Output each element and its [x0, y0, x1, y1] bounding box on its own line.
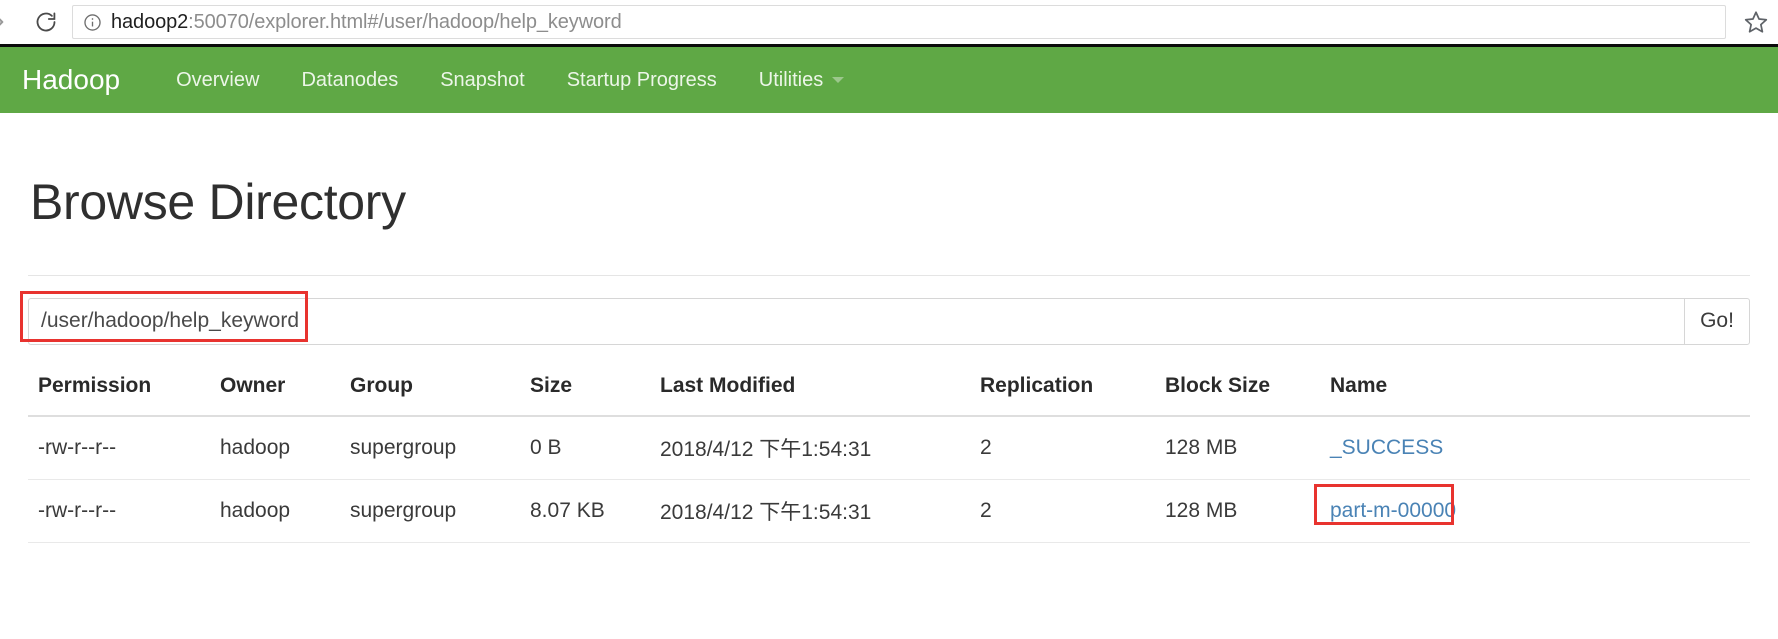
directory-listing-table: Permission Owner Group Size Last Modifie… — [28, 373, 1750, 543]
column-header-size[interactable]: Size — [520, 373, 650, 417]
cell-size: 0 B — [520, 415, 650, 480]
file-link-success[interactable]: _SUCCESS — [1330, 436, 1443, 459]
directory-path-input[interactable] — [28, 297, 1684, 345]
page-title: Browse Directory — [30, 174, 406, 230]
column-header-last-modified[interactable]: Last Modified — [650, 373, 970, 417]
cell-permission: -rw-r--r-- — [28, 415, 210, 480]
cell-permission: -rw-r--r-- — [28, 479, 210, 543]
table-header-row: Permission Owner Group Size Last Modifie… — [28, 373, 1750, 417]
column-header-replication[interactable]: Replication — [970, 373, 1155, 417]
column-header-name[interactable]: Name — [1320, 373, 1750, 417]
path-input-group: Go! — [20, 290, 1750, 345]
cell-block-size: 128 MB — [1155, 479, 1320, 543]
page-info-icon[interactable] — [83, 13, 102, 32]
bookmark-star-icon[interactable] — [1734, 9, 1778, 35]
cell-last-modified: 2018/4/12 下午1:54:31 — [650, 479, 970, 543]
cell-name: _SUCCESS — [1320, 415, 1750, 480]
cell-owner: hadoop — [210, 479, 340, 543]
column-header-group[interactable]: Group — [340, 373, 520, 417]
column-header-block-size[interactable]: Block Size — [1155, 373, 1320, 417]
nav-item-utilities[interactable]: Utilities — [758, 69, 845, 91]
nav-item-startup-progress[interactable]: Startup Progress — [567, 70, 717, 90]
nav-item-snapshot[interactable]: Snapshot — [440, 70, 525, 90]
browser-toolbar: hadoop2:50070/explorer.html#/user/hadoop… — [0, 0, 1778, 47]
brand-hadoop[interactable]: Hadoop — [22, 66, 120, 94]
forward-arrow-icon[interactable] — [0, 9, 26, 35]
column-header-permission[interactable]: Permission — [28, 373, 210, 417]
cell-name: part-m-00000 — [1314, 479, 1750, 543]
address-bar[interactable]: hadoop2:50070/explorer.html#/user/hadoop… — [72, 5, 1726, 39]
cell-size: 8.07 KB — [520, 479, 650, 543]
address-bar-url: hadoop2:50070/explorer.html#/user/hadoop… — [111, 11, 622, 34]
nav-item-utilities-label: Utilities — [758, 69, 824, 91]
page-content: Browse Directory Go! Permission Owner Gr… — [0, 176, 1778, 543]
file-link-part-m-00000[interactable]: part-m-00000 — [1330, 499, 1456, 522]
navbar-items: Overview Datanodes Snapshot Startup Prog… — [176, 69, 845, 91]
path-input-wrapper — [20, 290, 1684, 345]
cell-block-size: 128 MB — [1155, 415, 1320, 480]
nav-item-overview[interactable]: Overview — [176, 70, 259, 90]
cell-last-modified: 2018/4/12 下午1:54:31 — [650, 415, 970, 480]
url-path: :50070/explorer.html#/user/hadoop/help_k… — [188, 10, 622, 33]
column-header-owner[interactable]: Owner — [210, 373, 340, 417]
table-row: -rw-r--r-- hadoop supergroup 0 B 2018/4/… — [28, 415, 1750, 480]
reload-icon[interactable] — [26, 10, 66, 34]
title-divider — [28, 274, 1750, 276]
cell-replication: 2 — [970, 479, 1155, 543]
cell-replication: 2 — [970, 415, 1155, 480]
chevron-down-icon — [832, 77, 845, 83]
go-button[interactable]: Go! — [1684, 297, 1750, 345]
cell-group: supergroup — [340, 479, 520, 543]
url-host: hadoop2 — [111, 10, 189, 33]
table-row: -rw-r--r-- hadoop supergroup 8.07 KB 201… — [28, 479, 1750, 543]
cell-group: supergroup — [340, 415, 520, 480]
main-navbar: Hadoop Overview Datanodes Snapshot Start… — [0, 47, 1778, 113]
nav-item-datanodes[interactable]: Datanodes — [301, 70, 398, 90]
cell-owner: hadoop — [210, 415, 340, 480]
